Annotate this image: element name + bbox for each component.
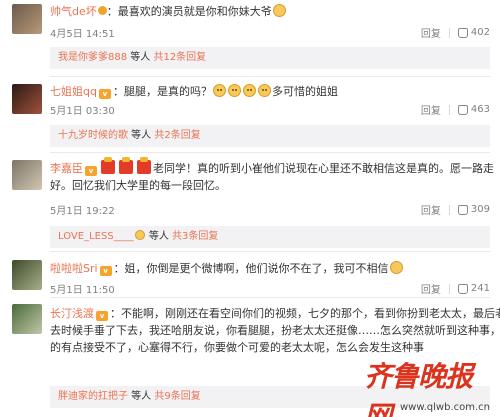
username[interactable]: 啦啦啦Sri — [50, 262, 98, 275]
comment-text-line2: 好。回忆我们大学里的每一段回忆。 — [50, 179, 226, 192]
divider — [50, 152, 490, 153]
reply-button[interactable]: 回复 — [421, 102, 441, 117]
avatar[interactable] — [12, 4, 42, 34]
like-count: 463 — [470, 104, 490, 115]
like-count: 309 — [470, 204, 490, 215]
verified-icon — [97, 6, 107, 15]
comment-text: ：不能啊，刚刚还在看空间你们的视频，七夕的那个，看到你扮到老太太，最后老 — [110, 307, 500, 320]
divider — [448, 283, 450, 294]
timestamp: 5月1日 03:30 — [50, 106, 115, 117]
like-icon[interactable] — [457, 104, 468, 115]
comment-text-line2: 去时候手垂了下去，我还哈朋友说，你看腿腿，扮老太太还挺像……怎么突然就听到这种事… — [50, 324, 500, 337]
divider — [448, 104, 450, 115]
vip-icon: v — [85, 166, 97, 176]
comment-text-line3: 的有点接受不了，心塞得不行，你要做个可爱的老太太呢，怎么会发生这种事 — [50, 341, 424, 354]
username[interactable]: 李嘉臣 — [50, 162, 83, 175]
laugh-emoji-icon — [272, 4, 286, 17]
reply-count[interactable]: 共12条回复 — [153, 52, 206, 63]
divider — [50, 297, 490, 298]
watermark-url: www.qlwb.com.cn — [400, 402, 490, 413]
username[interactable]: 长汀浅渡 — [50, 307, 94, 320]
reply-button[interactable]: 回复 — [421, 281, 441, 296]
like-icon[interactable] — [457, 27, 468, 38]
vip-icon: v — [99, 266, 112, 276]
like-icon[interactable] — [457, 204, 468, 215]
reply-summary[interactable]: 我是你爹爹888 等人 共12条回复 — [50, 47, 490, 69]
like-count: 241 — [470, 283, 490, 294]
timestamp: 4月5日 14:51 — [50, 29, 115, 40]
timestamp: 5月1日 11:50 — [50, 285, 115, 296]
watermark-logo: 齐鲁晚报网 — [364, 360, 473, 417]
gift-icon — [137, 157, 151, 174]
reply-user[interactable]: 我是你爹爹888 — [58, 52, 127, 63]
sad-emoji-icon — [257, 84, 271, 97]
reply-count[interactable]: 共3条回复 — [172, 231, 218, 242]
avatar[interactable] — [12, 260, 42, 290]
like-icon[interactable] — [457, 283, 468, 294]
annoyed-emoji-icon — [389, 261, 403, 274]
reply-user[interactable]: 胖迪家的扛把子 — [58, 391, 128, 402]
gift-icon — [101, 157, 115, 174]
divider — [50, 76, 490, 77]
sad-emoji-icon — [212, 84, 226, 97]
username[interactable]: 帅气de坏 — [50, 5, 97, 18]
sad-emoji-icon — [242, 84, 256, 97]
comment-text: ：最喜欢的演员就是你和你妹大爷 — [106, 5, 272, 18]
avatar[interactable] — [12, 160, 42, 190]
sad-emoji-icon — [227, 84, 241, 97]
like-count: 402 — [470, 27, 490, 38]
reply-count[interactable]: 共2条回复 — [154, 130, 200, 141]
comment-text: 老同学！真的听到小崔他们说现在心里还不敢相信这是真的。愿一路走 — [153, 162, 494, 175]
vip-icon: v — [98, 89, 111, 99]
username[interactable]: 七姐姐qq — [50, 85, 97, 98]
divider — [448, 27, 450, 38]
reply-user[interactable]: 十九岁时候的歌 — [58, 130, 128, 141]
comment-text: ：姐，你倒是更个微博啊，他们说你不在了，我可不相信 — [113, 262, 389, 275]
divider — [50, 251, 490, 252]
divider — [448, 204, 450, 215]
reply-summary[interactable]: LOVE_LESS____ 等人 共3条回复 — [50, 226, 490, 248]
gift-icon — [119, 157, 133, 174]
comment-text: ：腿腿，是真的吗？ — [112, 85, 212, 98]
emoji-icon — [134, 230, 145, 240]
reply-count[interactable]: 共9条回复 — [154, 391, 200, 402]
vip-icon: v — [96, 311, 108, 321]
avatar[interactable] — [12, 304, 42, 334]
timestamp: 5月1日 19:22 — [50, 206, 115, 217]
reply-user[interactable]: LOVE_LESS____ — [58, 231, 134, 242]
comment-text-tail: 多可惜的姐姐 — [271, 85, 338, 98]
avatar[interactable] — [12, 84, 42, 114]
reply-button[interactable]: 回复 — [421, 202, 441, 217]
reply-button[interactable]: 回复 — [421, 25, 441, 40]
reply-summary[interactable]: 十九岁时候的歌 等人 共2条回复 — [50, 125, 490, 147]
